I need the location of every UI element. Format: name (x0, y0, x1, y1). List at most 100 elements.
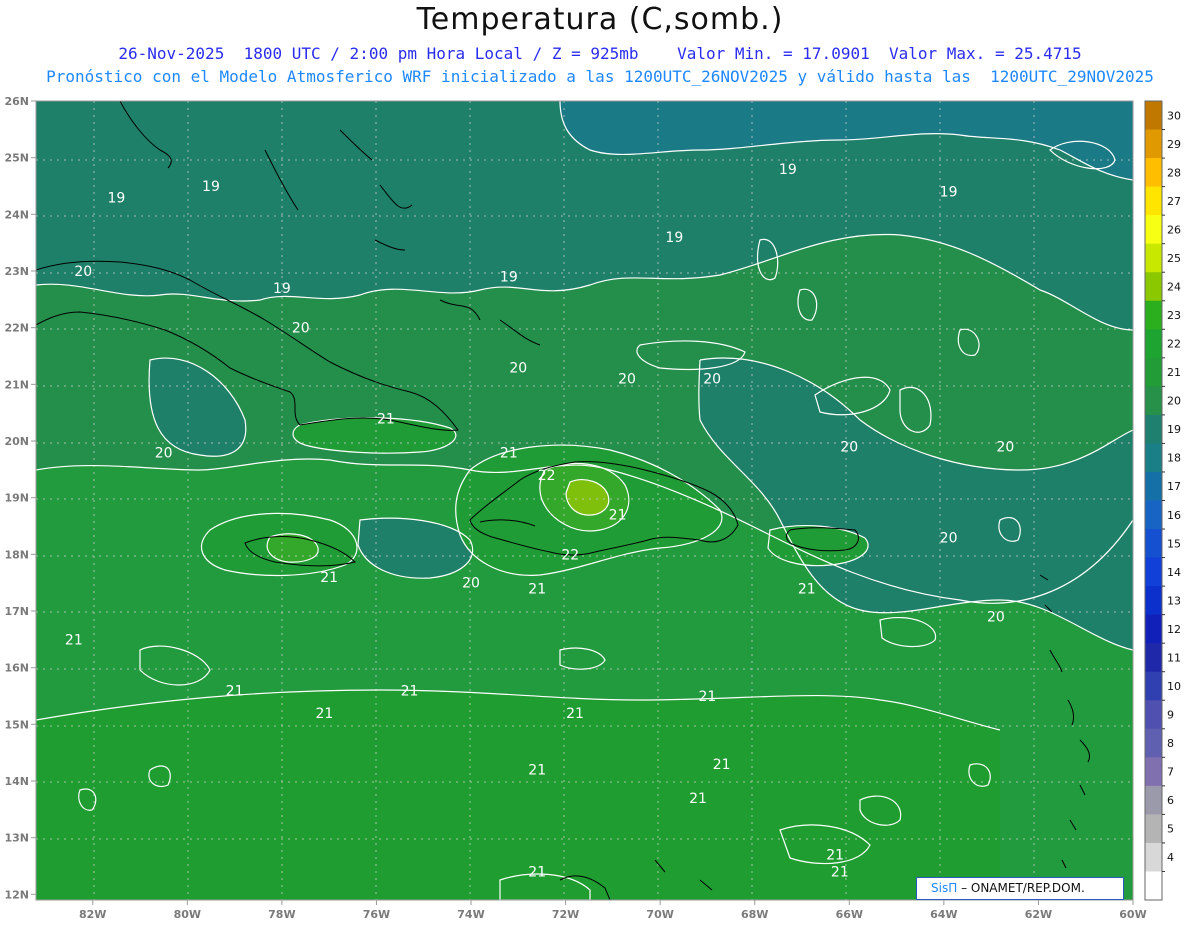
contour-label: 19 (779, 162, 797, 178)
colorbar-swatch (1145, 671, 1162, 701)
colorbar-swatch (1145, 557, 1162, 587)
contour-label: 19 (665, 230, 683, 246)
lon-tick-label: 80W (174, 908, 201, 921)
contour-label: 21 (831, 865, 849, 881)
contour-label: 20 (940, 530, 958, 546)
lon-tick-label: 60W (1119, 908, 1146, 921)
colorbar-swatch (1145, 728, 1162, 758)
contour-label: 20 (840, 440, 858, 456)
contour-label: 21 (316, 706, 334, 722)
colorbar-swatch (1145, 243, 1162, 273)
lat-tick-label: 12N (4, 888, 29, 901)
colorbar-label: 8 (1167, 737, 1174, 750)
lat-tick-label: 24N (4, 208, 29, 221)
colorbar-swatch (1145, 757, 1162, 787)
contour-label: 21 (401, 683, 419, 699)
colorbar-label: 9 (1167, 709, 1174, 722)
longitude-axis: 82W 80W 78W 76W 74W 72W 70W 68W 66W 64W 62W 60W (79, 900, 1147, 921)
colorbar-label: 27 (1167, 195, 1181, 208)
contour-label: 20 (509, 360, 527, 376)
lon-tick-label: 74W (457, 908, 484, 921)
colorbar-swatch (1145, 357, 1162, 387)
colorbar-swatch (1145, 215, 1162, 245)
contour-label: 21 (826, 848, 844, 864)
colorbar-label: 6 (1167, 794, 1174, 807)
contour-label: 19 (273, 281, 291, 297)
colorbar-swatch (1145, 586, 1162, 616)
lat-tick-label: 23N (4, 265, 29, 278)
lat-tick-label: 26N (4, 95, 29, 108)
lat-tick-label: 21N (4, 378, 29, 391)
contour-label: 20 (462, 576, 480, 592)
lat-tick-label: 25N (4, 152, 29, 165)
colorbar-swatch (1145, 186, 1162, 216)
contour-label: 21 (226, 683, 244, 699)
colorbar-swatch (1145, 300, 1162, 330)
lat-tick-label: 18N (4, 548, 29, 561)
lat-tick-label: 20N (4, 435, 29, 448)
contour-label: 21 (798, 581, 816, 597)
contour-label: 21 (699, 689, 717, 705)
contour-label: 19 (107, 190, 125, 206)
colorbar-swatch (1145, 158, 1162, 188)
colorbar-swatch (1145, 785, 1162, 815)
band-south-22 (36, 690, 1000, 900)
contour-label: 20 (292, 321, 310, 337)
contour-label: 22 (538, 468, 556, 484)
colorbar-label: 20 (1167, 395, 1181, 408)
colorbar-label: 26 (1167, 223, 1181, 236)
contour-label: 21 (377, 411, 395, 427)
lat-tick-label: 15N (4, 718, 29, 731)
colorbar-swatch (1145, 414, 1162, 444)
contour-label: 21 (528, 865, 546, 881)
colorbar-label: 17 (1167, 480, 1181, 493)
colorbar-swatch (1145, 643, 1162, 673)
contour-label: 20 (74, 264, 92, 280)
contour-label: 19 (202, 179, 220, 195)
lon-tick-label: 62W (1025, 908, 1052, 921)
contour-label: 21 (320, 570, 338, 586)
colorbar-label: 24 (1167, 280, 1181, 293)
colorbar-swatch (1145, 272, 1162, 302)
credit-box: SisΠ – ONAMET/REP.DOM. (916, 877, 1124, 900)
colorbar-swatch (1145, 101, 1162, 131)
colorbar-label: 30 (1167, 109, 1181, 122)
sispi-logo: SisΠ (931, 881, 958, 895)
credit-text: – ONAMET/REP.DOM. (961, 881, 1085, 895)
contour-label: 19 (500, 270, 518, 286)
colorbar-label: 15 (1167, 537, 1181, 550)
colorbar-swatch (1145, 529, 1162, 559)
lon-tick-label: 66W (836, 908, 863, 921)
colorbar-swatch (1145, 614, 1162, 644)
lon-tick-label: 72W (552, 908, 579, 921)
colorbar-label: 13 (1167, 594, 1181, 607)
contour-label: 20 (987, 610, 1005, 626)
contour-label: 21 (713, 757, 731, 773)
contour-label: 21 (566, 706, 584, 722)
colorbar-label: 16 (1167, 509, 1181, 522)
lon-tick-label: 76W (363, 908, 390, 921)
lat-tick-label: 22N (4, 322, 29, 335)
colorbar-label: 25 (1167, 252, 1181, 265)
contour-label: 21 (689, 791, 707, 807)
lat-tick-label: 19N (4, 492, 29, 505)
colorbar-swatch (1145, 129, 1162, 159)
lon-tick-label: 68W (741, 908, 768, 921)
contour-label: 20 (618, 372, 636, 388)
contour-label: 19 (940, 185, 958, 201)
colorbar-label: 29 (1167, 138, 1181, 151)
lat-tick-label: 14N (4, 775, 29, 788)
colorbar-label: 10 (1167, 680, 1181, 693)
colorbar-label: 14 (1167, 566, 1181, 579)
contour-label: 21 (528, 581, 546, 597)
colorbar-label: 5 (1167, 823, 1174, 836)
lon-tick-label: 82W (79, 908, 106, 921)
colorbar-swatch (1145, 700, 1162, 730)
colorbar-swatch (1145, 871, 1162, 901)
colorbar-swatch (1145, 329, 1162, 359)
contour-label: 20 (703, 372, 721, 388)
colorbar-label: 12 (1167, 623, 1181, 636)
colorbar-label: 18 (1167, 452, 1181, 465)
contour-label: 20 (155, 445, 173, 461)
colorbar-swatch (1145, 842, 1162, 872)
